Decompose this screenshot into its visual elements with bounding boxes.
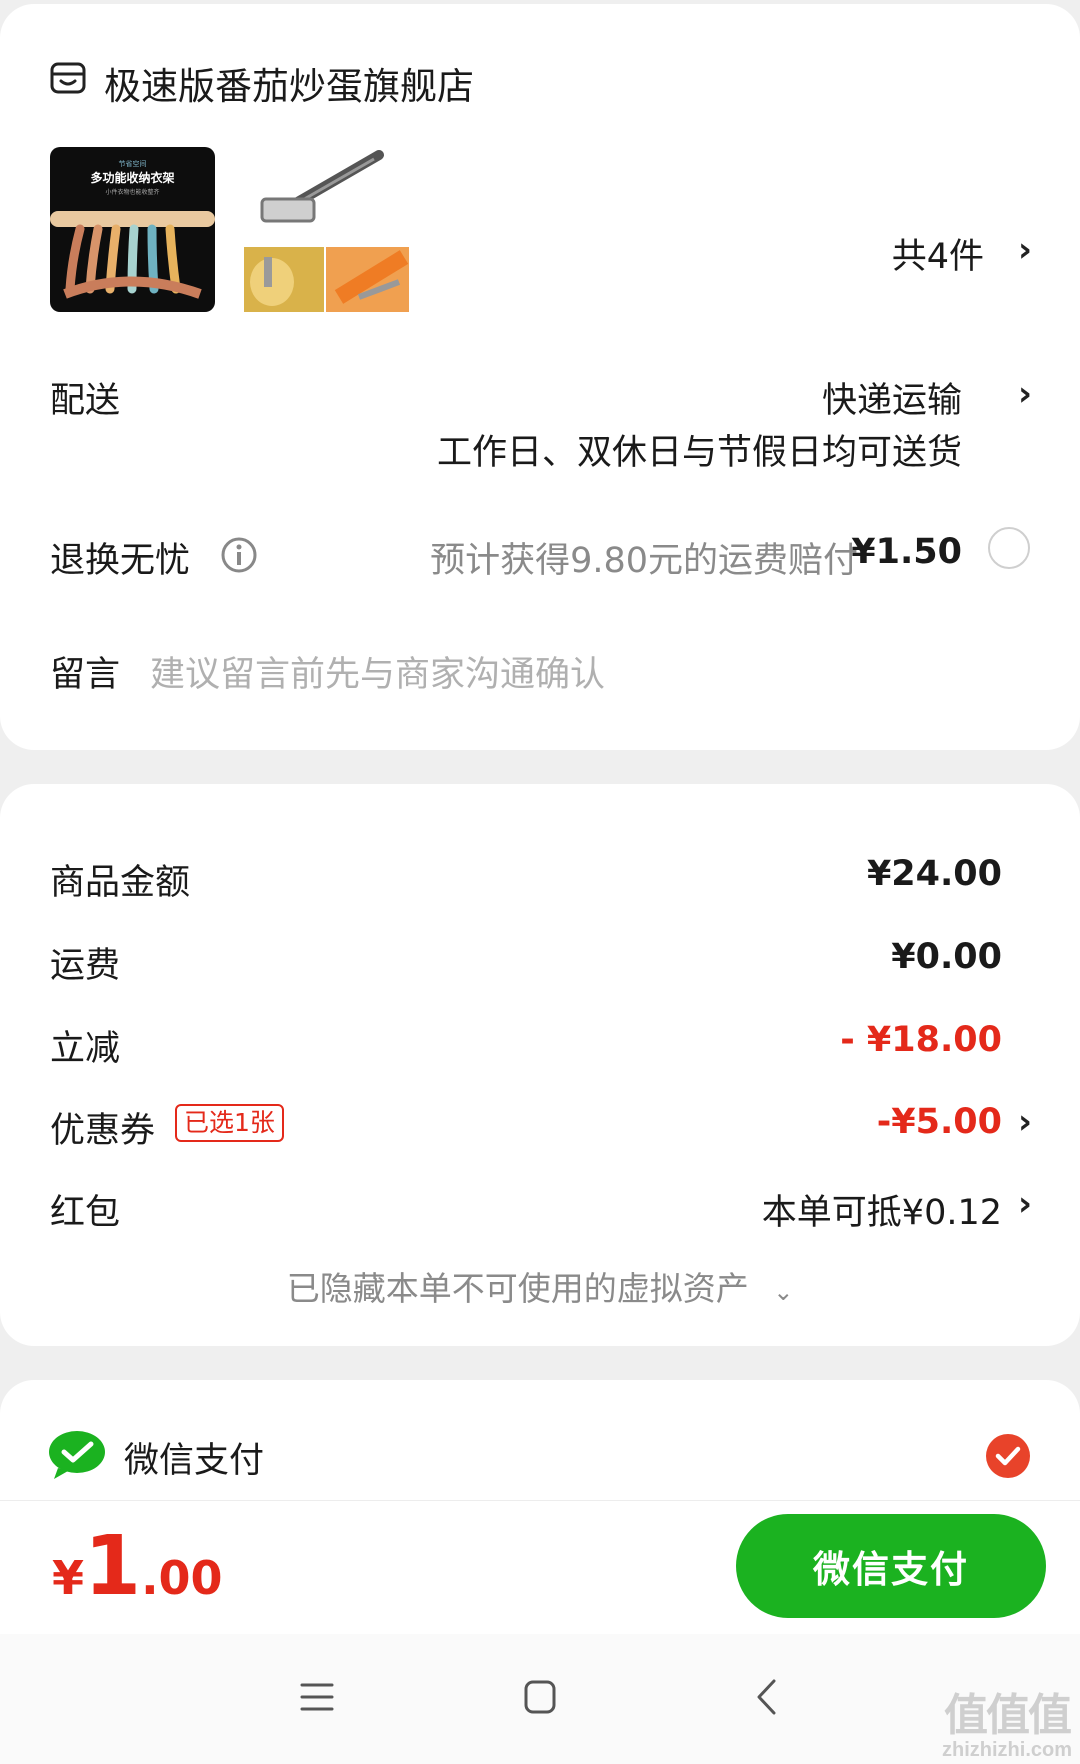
discount-value: - ¥18.00 xyxy=(840,1020,1002,1060)
back-icon[interactable] xyxy=(754,1678,778,1716)
wechat-pay-icon xyxy=(49,1431,105,1479)
thumbnail-title: 多功能收纳衣架 xyxy=(90,171,175,185)
delivery-note: 工作日、双休日与节假日均可送货 xyxy=(436,433,962,473)
red-packet-value[interactable]: 本单可抵¥0.12 xyxy=(762,1184,1002,1235)
goods-amount-label: 商品金额 xyxy=(50,863,191,903)
store-icon xyxy=(50,62,86,94)
chevron-down-icon: ⌄ xyxy=(773,1278,794,1306)
return-label: 退换无忧 xyxy=(50,541,191,581)
info-icon[interactable] xyxy=(220,536,258,574)
coupon-value[interactable]: -¥5.00 xyxy=(877,1102,1002,1142)
chevron-right-icon[interactable]: › xyxy=(1018,1102,1032,1142)
delivery-label: 配送 xyxy=(50,381,121,421)
chevron-right-icon[interactable]: › xyxy=(1018,374,1032,414)
price-integer: 1 xyxy=(84,1519,142,1614)
hanger-illustration xyxy=(50,211,215,299)
hidden-assets-toggle[interactable]: 已隐藏本单不可使用的虚拟资产 ⌄ xyxy=(0,1262,1080,1310)
order-card: 极速版番茄炒蛋旗舰店 节省空间 多功能收纳衣架 小件衣物也能收整齐 共4件 › … xyxy=(0,4,1080,750)
thumbnail-caption-top: 节省空间 xyxy=(118,160,147,168)
home-icon[interactable] xyxy=(524,1680,556,1714)
selected-check-icon[interactable] xyxy=(986,1434,1030,1478)
coupon-label: 优惠券 xyxy=(50,1111,156,1151)
wechat-pay-button[interactable]: 微信支付 xyxy=(736,1514,1046,1618)
hidden-assets-text: 已隐藏本单不可使用的虚拟资产 xyxy=(286,1269,749,1308)
goods-amount-value: ¥24.00 xyxy=(866,854,1002,894)
price-summary-card: 商品金额 ¥24.00 运费 ¥0.00 立减 - ¥18.00 优惠券 已选1… xyxy=(0,784,1080,1346)
thumbnail-subtitle: 小件衣物也能收整齐 xyxy=(105,189,160,196)
product-thumbnail-peeler[interactable] xyxy=(244,147,409,312)
chevron-right-icon[interactable]: › xyxy=(1018,230,1032,270)
discount-label: 立减 xyxy=(50,1029,121,1069)
coupon-selected-badge: 已选1张 xyxy=(175,1104,284,1142)
product-thumbnail-hanger[interactable]: 节省空间 多功能收纳衣架 小件衣物也能收整齐 xyxy=(50,147,215,312)
return-insurance-radio[interactable] xyxy=(988,527,1030,569)
shipping-value: ¥0.00 xyxy=(891,937,1002,977)
red-packet-label: 红包 xyxy=(50,1193,121,1233)
watermark-domain: zhizhizhi.com xyxy=(942,1739,1072,1761)
watermark: 值值值 zhizhizhi.com xyxy=(942,1693,1072,1762)
system-nav-bar: 值值值 zhizhizhi.com xyxy=(0,1634,1080,1764)
watermark-logo: 值值值 xyxy=(944,1691,1072,1740)
shipping-label: 运费 xyxy=(50,946,121,986)
return-price: ¥1.50 xyxy=(851,532,962,572)
item-count[interactable]: 共4件 xyxy=(892,228,984,279)
payment-method-card[interactable]: 微信支付 xyxy=(0,1380,1080,1500)
return-description: 预计获得9.80元的运费赔付 xyxy=(430,541,858,581)
checkout-bar: ¥1.00 微信支付 xyxy=(0,1500,1080,1634)
currency-symbol: ¥ xyxy=(52,1551,85,1605)
total-price: ¥1.00 xyxy=(52,1519,223,1614)
wechat-pay-label: 微信支付 xyxy=(124,1441,265,1481)
price-decimal: .00 xyxy=(141,1551,223,1605)
message-input[interactable]: 建议留言前先与商家沟通确认 xyxy=(150,646,605,697)
menu-icon[interactable] xyxy=(300,1682,334,1712)
message-label: 留言 xyxy=(50,655,121,695)
delivery-method[interactable]: 快递运输 xyxy=(822,372,962,423)
chevron-right-icon[interactable]: › xyxy=(1018,1184,1032,1224)
store-name[interactable]: 极速版番茄炒蛋旗舰店 xyxy=(104,56,474,110)
